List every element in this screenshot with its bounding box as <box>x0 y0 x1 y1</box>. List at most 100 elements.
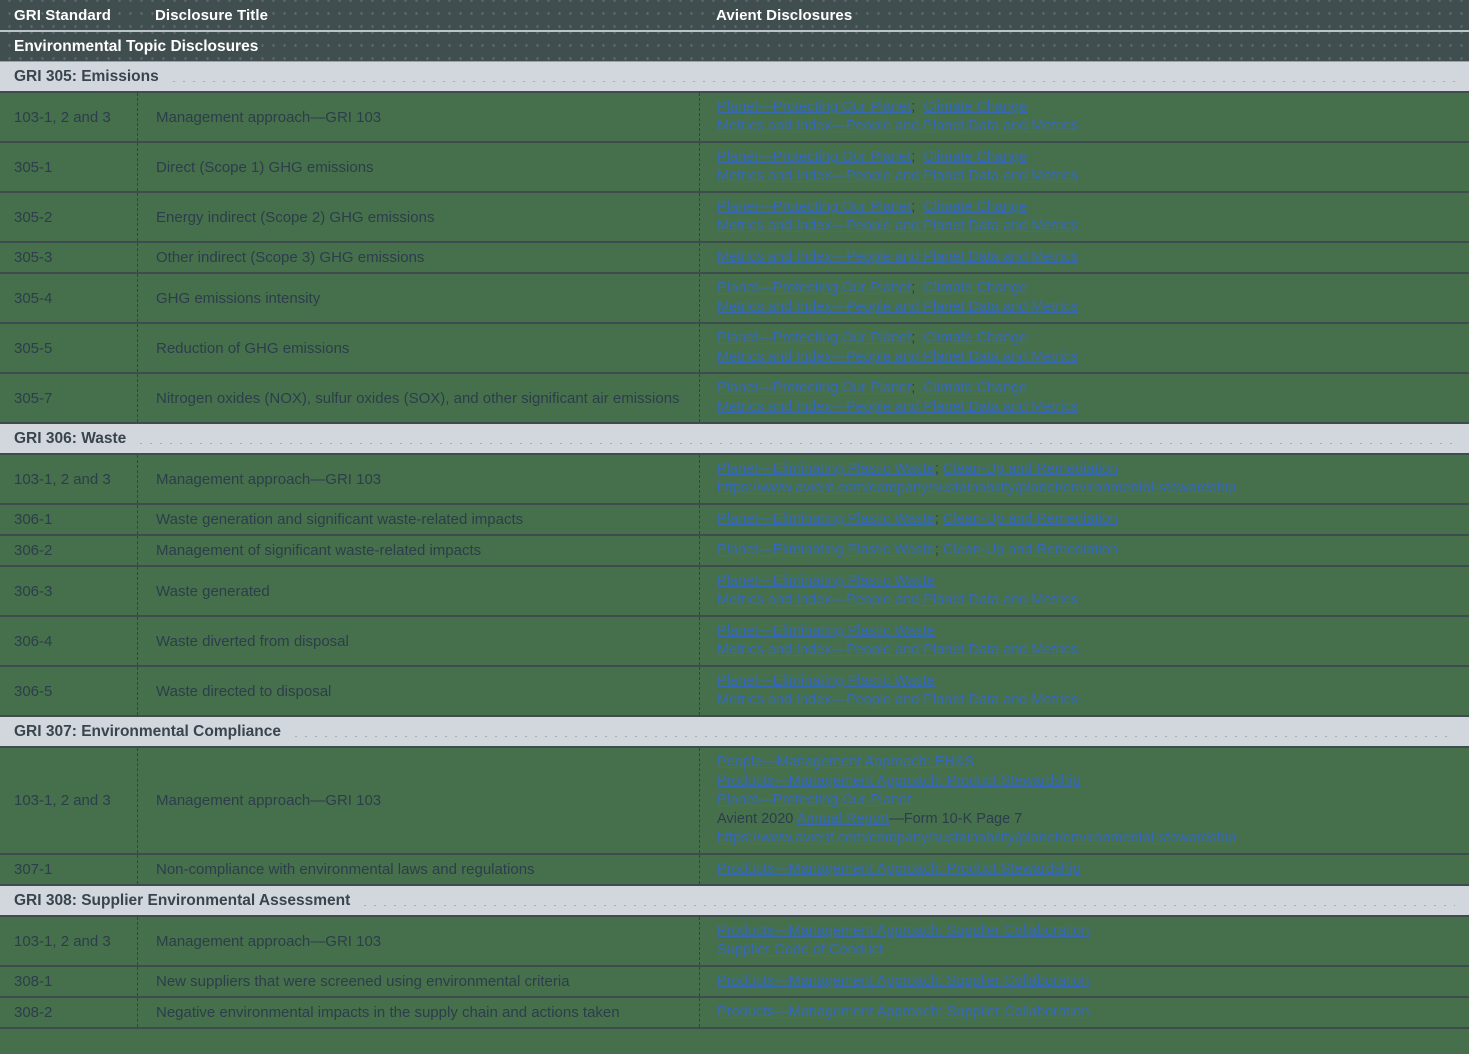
disclosure-text: ; <box>911 380 923 396</box>
section-header-label: GRI 308: Supplier Environmental Assessme… <box>0 892 350 910</box>
disclosure-link[interactable]: Planet—Eliminating Plastic Waste <box>717 673 935 689</box>
gri-standard-cell: 308-1 <box>0 967 137 996</box>
disclosure-title-cell: Management approach—GRI 103 <box>137 748 699 853</box>
disclosure-link[interactable]: Metrics and Index—People and Planet Data… <box>717 168 1078 184</box>
disclosure-text: ; <box>935 542 943 558</box>
avient-disclosures-cell: Planet—Eliminating Plastic Waste Metrics … <box>699 667 1469 715</box>
table-row: 103-1, 2 and 3Management approach—GRI 10… <box>0 455 1469 505</box>
disclosure-link[interactable]: Planet—Protecting Our Planet <box>717 199 911 215</box>
gri-standard-cell: 305-1 <box>0 143 137 191</box>
gri-standard-cell: 308-2 <box>0 998 137 1027</box>
disclosure-link[interactable]: Metrics and Index—People and Planet Data… <box>717 218 1078 234</box>
gri-standard-cell: 103-1, 2 and 3 <box>0 455 137 503</box>
table-row: 306-3Waste generatedPlanet—Eliminating P… <box>0 567 1469 617</box>
table-header-row: GRI Standard Disclosure Title Avient Dis… <box>0 0 1469 32</box>
avient-disclosures-cell: Planet—Protecting Our Planet; Climate Ch… <box>699 143 1469 191</box>
table-row: 306-4Waste diverted from disposalPlanet—… <box>0 617 1469 667</box>
section-header: GRI 306: Waste <box>0 424 1469 455</box>
avient-disclosures-cell: Planet—Protecting Our Planet; Climate Ch… <box>699 274 1469 322</box>
disclosure-line: Planet—Eliminating Plastic Waste; Clean-… <box>717 510 1459 529</box>
disclosure-text: ; <box>911 280 923 296</box>
disclosure-link[interactable]: Planet—Protecting Our Planet <box>717 99 911 115</box>
disclosure-link[interactable]: Products—Management Approach: Supplier C… <box>717 1004 1089 1020</box>
disclosure-link[interactable]: Products—Management Approach: Supplier C… <box>717 923 1089 939</box>
avient-disclosures-cell: Planet—Protecting Our Planet; Climate Ch… <box>699 374 1469 422</box>
disclosure-line: Metrics and Index—People and Planet Data… <box>717 248 1459 267</box>
disclosure-link[interactable]: Climate Change <box>923 149 1027 165</box>
disclosure-title-cell: Energy indirect (Scope 2) GHG emissions <box>137 193 699 241</box>
gri-standard-cell: 306-5 <box>0 667 137 715</box>
disclosure-link[interactable]: Climate Change <box>923 380 1027 396</box>
disclosure-link[interactable]: Products—Management Approach: Product St… <box>717 861 1081 877</box>
disclosure-link[interactable]: Planet—Eliminating Plastic Waste <box>717 461 935 477</box>
disclosure-title-cell: Waste directed to disposal <box>137 667 699 715</box>
disclosure-line: Planet—Eliminating Plastic Waste <box>717 672 1459 691</box>
disclosure-line: Planet—Eliminating Plastic Waste; Clean-… <box>717 460 1459 479</box>
disclosure-line: Planet—Eliminating Plastic Waste <box>717 572 1459 591</box>
disclosure-text: ; <box>935 461 943 477</box>
disclosure-line: Metrics and Index—People and Planet Data… <box>717 691 1459 710</box>
disclosure-link[interactable]: Metrics and Index—People and Planet Data… <box>717 299 1078 315</box>
avient-disclosures-cell: Planet—Eliminating Plastic Waste; Clean-… <box>699 505 1469 534</box>
gri-standard-cell: 305-7 <box>0 374 137 422</box>
disclosure-link[interactable]: Supplier Code of Conduct <box>717 942 883 958</box>
disclosure-title-cell: New suppliers that were screened using e… <box>137 967 699 996</box>
section-header: GRI 305: Emissions <box>0 62 1469 93</box>
disclosure-link[interactable]: Planet—Protecting Our Planet <box>717 280 911 296</box>
avient-disclosures-cell: Metrics and Index—People and Planet Data… <box>699 243 1469 272</box>
disclosure-link[interactable]: Metrics and Index—People and Planet Data… <box>717 592 1078 608</box>
disclosure-link[interactable]: People—Management Approach: EH&S <box>717 754 974 770</box>
disclosure-link[interactable]: Products—Management Approach: Product St… <box>717 773 1081 789</box>
disclosure-link[interactable]: Planet—Eliminating Plastic Waste <box>717 573 935 589</box>
disclosure-title-cell: Reduction of GHG emissions <box>137 324 699 372</box>
disclosure-link[interactable]: Metrics and Index—People and Planet Data… <box>717 642 1078 658</box>
disclosure-text: ; <box>911 149 923 165</box>
table-row: 307-1Non-compliance with environmental l… <box>0 855 1469 886</box>
disclosure-link[interactable]: Products—Management Approach: Supplier C… <box>717 973 1089 989</box>
disclosure-link[interactable]: https://www.avient.com/company/sustainab… <box>717 830 1236 846</box>
table-row: 306-1Waste generation and significant wa… <box>0 505 1469 536</box>
gri-standard-cell: 306-4 <box>0 617 137 665</box>
disclosure-link[interactable]: Planet—Eliminating Plastic Waste <box>717 542 935 558</box>
disclosure-link[interactable]: Clean-Up and Remediation <box>943 461 1118 477</box>
disclosure-line: Metrics and Index—People and Planet Data… <box>717 348 1459 367</box>
disclosure-link[interactable]: Climate Change <box>923 280 1027 296</box>
disclosure-link[interactable]: Metrics and Index—People and Planet Data… <box>717 399 1078 415</box>
disclosure-link[interactable]: Planet—Protecting Our Planet <box>717 330 911 346</box>
disclosure-link[interactable]: Clean-Up and Remediation <box>943 511 1118 527</box>
disclosure-link[interactable]: Planet—Protecting Our Planet <box>717 149 911 165</box>
disclosure-link[interactable]: Clean-Up and Remediation <box>943 542 1118 558</box>
disclosure-link[interactable]: Metrics and Index—People and Planet Data… <box>717 118 1078 134</box>
disclosure-link[interactable]: Annual Report <box>797 811 890 827</box>
dot-leader <box>169 79 1455 82</box>
disclosure-line: https://www.avient.com/company/sustainab… <box>717 829 1459 848</box>
disclosure-link[interactable]: Metrics and Index—People and Planet Data… <box>717 692 1078 708</box>
avient-disclosures-cell: Planet—Eliminating Plastic Waste Metrics … <box>699 617 1469 665</box>
disclosure-link[interactable]: https://www.avient.com/company/sustainab… <box>717 480 1236 496</box>
disclosure-line: Planet—Protecting Our Planet; Climate Ch… <box>717 379 1459 398</box>
disclosure-line: Planet—Eliminating Plastic Waste; Clean-… <box>717 541 1459 560</box>
category-banner-label: Environmental Topic Disclosures <box>0 38 258 56</box>
disclosure-link[interactable]: Planet—Protecting Our Planet <box>717 792 911 808</box>
gri-standard-cell: 305-5 <box>0 324 137 372</box>
disclosure-line: Products—Management Approach: Product St… <box>717 772 1459 791</box>
disclosure-link[interactable]: Climate Change <box>923 330 1027 346</box>
gri-standard-cell: 307-1 <box>0 855 137 884</box>
disclosure-link[interactable]: Metrics and Index—People and Planet Data… <box>717 349 1078 365</box>
disclosure-link[interactable]: Climate Change <box>923 199 1027 215</box>
disclosure-link[interactable]: Climate Change <box>923 99 1027 115</box>
gri-standard-cell: 103-1, 2 and 3 <box>0 917 137 965</box>
disclosure-line: Metrics and Index—People and Planet Data… <box>717 167 1459 186</box>
gri-standard-cell: 305-3 <box>0 243 137 272</box>
section-header: GRI 308: Supplier Environmental Assessme… <box>0 886 1469 917</box>
disclosure-link[interactable]: Planet—Eliminating Plastic Waste <box>717 511 935 527</box>
disclosure-link[interactable]: Planet—Protecting Our Planet <box>717 380 911 396</box>
table-row: 306-2Management of significant waste-rel… <box>0 536 1469 567</box>
section-header-label: GRI 306: Waste <box>0 430 126 448</box>
disclosure-link[interactable]: Planet—Eliminating Plastic Waste <box>717 623 935 639</box>
avient-disclosures-cell: Planet—Protecting Our Planet; Climate Ch… <box>699 324 1469 372</box>
disclosure-title-cell: Other indirect (Scope 3) GHG emissions <box>137 243 699 272</box>
table-row: 103-1, 2 and 3Management approach—GRI 10… <box>0 917 1469 967</box>
disclosure-link[interactable]: Metrics and Index—People and Planet Data… <box>717 249 1078 265</box>
gri-standard-cell: 305-2 <box>0 193 137 241</box>
